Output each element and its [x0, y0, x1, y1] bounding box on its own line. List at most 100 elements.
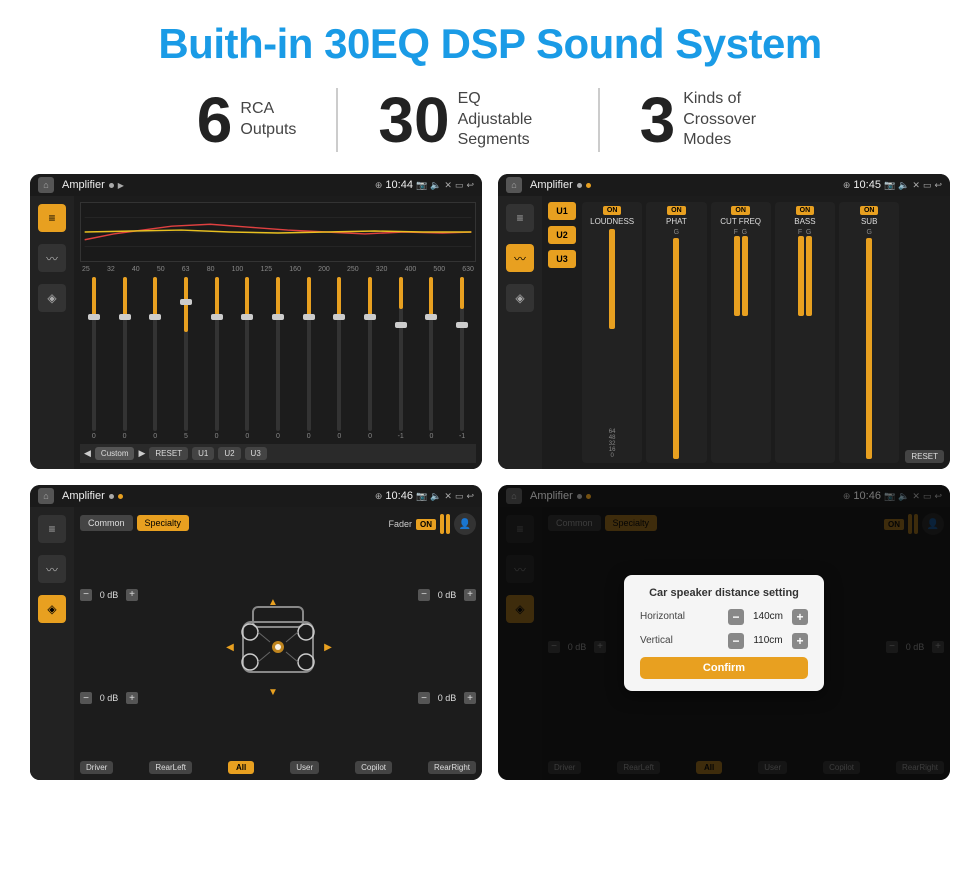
stat-number-rca: 6 — [197, 88, 233, 152]
slider-6: 0 — [264, 277, 292, 440]
wave-icon-2[interactable]: 〰 — [506, 244, 534, 272]
slider-track-6[interactable] — [276, 277, 280, 431]
fader-screen-body: ≡ 〰 ◈ Common Specialty Fader ON — [30, 507, 482, 780]
speaker-icon-3[interactable]: ◈ — [38, 595, 66, 623]
btn-rearright[interactable]: RearRight — [428, 761, 476, 774]
cutfreq-slider-f[interactable] — [734, 236, 740, 316]
horizontal-plus[interactable]: + — [792, 609, 808, 625]
tab-specialty[interactable]: Specialty — [137, 515, 190, 531]
btn-u3[interactable]: U3 — [245, 447, 267, 460]
horizontal-minus[interactable]: − — [728, 609, 744, 625]
speaker-icon[interactable]: ◈ — [38, 284, 66, 312]
stat-label-rca-1: RCA — [240, 99, 296, 120]
loudness-vals: 644832160 — [609, 429, 616, 459]
slider-track-8[interactable] — [337, 277, 341, 431]
slider-track-5[interactable] — [245, 277, 249, 431]
eq-icon-2[interactable]: ≡ — [506, 204, 534, 232]
u2-button[interactable]: U2 — [548, 226, 576, 244]
confirm-button[interactable]: Confirm — [640, 657, 808, 679]
db-ctrl-br: − 0 dB + — [418, 692, 476, 704]
cutfreq-name: CUT FREQ — [720, 217, 761, 226]
next-icon[interactable]: ▶ — [138, 448, 145, 459]
slider-track-7[interactable] — [307, 277, 311, 431]
bass-slider-g[interactable] — [806, 236, 812, 316]
slider-track-10[interactable] — [399, 277, 403, 431]
slider-track-2[interactable] — [153, 277, 157, 431]
fader-avatar[interactable]: 👤 — [454, 513, 476, 535]
wifi-icon: ✕ — [444, 180, 452, 191]
eq-side-icons: ≡ 〰 ◈ — [30, 196, 74, 469]
ch-cutfreq: ON CUT FREQ F G — [711, 202, 771, 463]
db-minus-bl[interactable]: − — [80, 692, 92, 704]
slider-track-4[interactable] — [215, 277, 219, 431]
db-plus-br[interactable]: + — [464, 692, 476, 704]
fader-status-icons: ⊕ 10:46 📷 🔈 ✕ ▭ ↩ — [375, 490, 474, 502]
sub-on: ON — [860, 206, 879, 215]
btn-driver[interactable]: Driver — [80, 761, 113, 774]
phat-name: PHAT — [666, 217, 687, 226]
eq-graph-svg — [81, 203, 475, 261]
prev-icon[interactable]: ◀ — [84, 448, 91, 459]
eq-icon-3[interactable]: ≡ — [38, 515, 66, 543]
wave-icon[interactable]: 〰 — [38, 244, 66, 272]
u1-button[interactable]: U1 — [548, 202, 576, 220]
btn-user[interactable]: User — [290, 761, 319, 774]
btn-copilot[interactable]: Copilot — [355, 761, 392, 774]
db-plus-tl[interactable]: + — [126, 589, 138, 601]
wave-icon-3[interactable]: 〰 — [38, 555, 66, 583]
freq-63: 63 — [182, 266, 190, 273]
svg-text:◀: ◀ — [226, 642, 234, 653]
vertical-plus[interactable]: + — [792, 633, 808, 649]
loudness-slider[interactable] — [609, 229, 615, 329]
fader-bottom-labels: Driver RearLeft All User Copilot RearRig… — [80, 761, 476, 774]
slider-track-11[interactable] — [429, 277, 433, 431]
crossover-reset-btn[interactable]: RESET — [905, 450, 944, 463]
bass-slider-f[interactable] — [798, 236, 804, 316]
btn-rearleft[interactable]: RearLeft — [149, 761, 192, 774]
volume-icon-2: 🔈 — [898, 180, 909, 191]
back-icon: ↩ — [466, 180, 474, 191]
slider-val-4: 0 — [215, 433, 219, 440]
eq-icon[interactable]: ≡ — [38, 204, 66, 232]
home-icon-2: ⌂ — [506, 177, 522, 193]
btn-u1[interactable]: U1 — [192, 447, 214, 460]
db-minus-br[interactable]: − — [418, 692, 430, 704]
freq-25: 25 — [82, 266, 90, 273]
db-minus-tr[interactable]: − — [418, 589, 430, 601]
fader-tabs: Common Specialty — [80, 515, 189, 531]
stat-label-rca-2: Outputs — [240, 120, 296, 141]
wifi-icon-3: ✕ — [444, 491, 452, 502]
slider-track-1[interactable] — [123, 277, 127, 431]
sub-slider[interactable] — [866, 238, 872, 459]
btn-reset[interactable]: RESET — [149, 447, 188, 460]
btn-all[interactable]: All — [228, 761, 254, 774]
vertical-minus[interactable]: − — [728, 633, 744, 649]
db-minus-tl[interactable]: − — [80, 589, 92, 601]
main-title: Buith-in 30EQ DSP Sound System — [30, 20, 950, 68]
cutfreq-on: ON — [731, 206, 750, 215]
slider-track-3[interactable] — [184, 277, 188, 431]
slider-track-9[interactable] — [368, 277, 372, 431]
slider-val-0: 0 — [92, 433, 96, 440]
slider-track-0[interactable] — [92, 277, 96, 431]
tab-common[interactable]: Common — [80, 515, 133, 531]
slider-9: 0 — [356, 277, 384, 440]
right-db-controls: − 0 dB + − 0 dB + — [418, 539, 476, 754]
fader-status-bar: ⌂ Amplifier ⊕ 10:46 📷 🔈 ✕ ▭ ↩ — [30, 485, 482, 507]
slider-track-12[interactable] — [460, 277, 464, 431]
btn-custom[interactable]: Custom — [95, 447, 135, 460]
db-plus-bl[interactable]: + — [126, 692, 138, 704]
db-plus-tr[interactable]: + — [464, 589, 476, 601]
u3-button[interactable]: U3 — [548, 250, 576, 268]
fader-control: Fader ON 👤 — [388, 513, 476, 535]
slider-val-3: 5 — [184, 433, 188, 440]
speaker-icon-2[interactable]: ◈ — [506, 284, 534, 312]
slider-val-1: 0 — [123, 433, 127, 440]
btn-u2[interactable]: U2 — [218, 447, 240, 460]
fader-label: Fader — [388, 519, 412, 529]
vertical-ctrl: − 110cm + — [728, 633, 808, 649]
left-db-controls: − 0 dB + − 0 dB + — [80, 539, 138, 754]
camera-icon-3: 📷 — [416, 491, 427, 502]
cutfreq-slider-g[interactable] — [742, 236, 748, 316]
phat-slider[interactable] — [673, 238, 679, 459]
